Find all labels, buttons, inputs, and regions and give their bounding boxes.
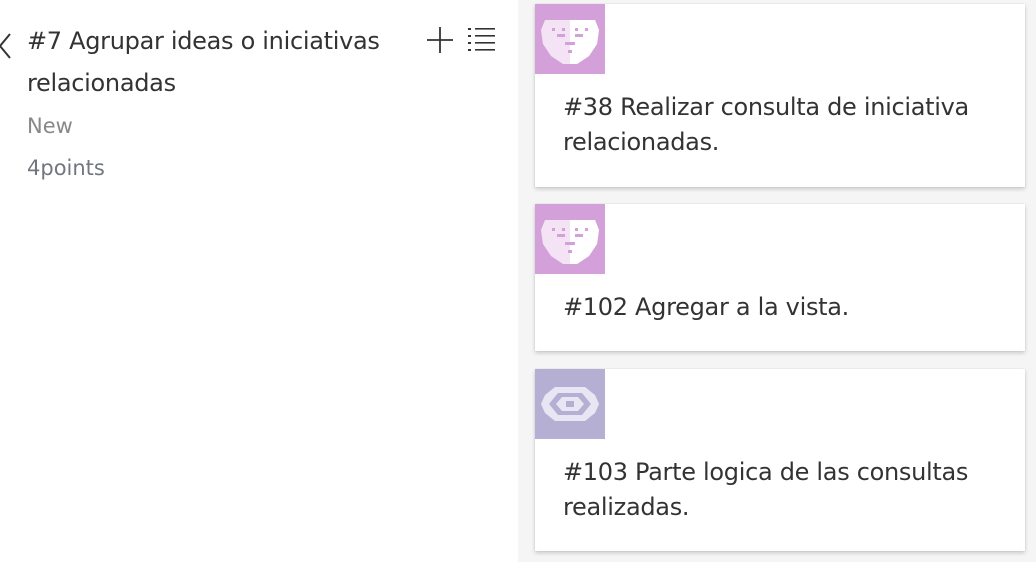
ring-avatar-icon[interactable] [535,369,605,439]
plus-icon [427,27,453,53]
task-title: #102 Agregar a la vista. [563,293,850,321]
story-title[interactable]: #7 Agrupar ideas o iniciativas relaciona… [27,20,427,104]
chevron-left-icon [0,33,11,59]
task-title: #38 Realizar consulta de iniciativa rela… [563,93,969,156]
add-task-button[interactable] [424,24,456,56]
task-card[interactable]: #103 Parte logica de las consultas reali… [535,369,1025,551]
face-avatar-icon[interactable] [535,4,605,74]
face-avatar-icon[interactable] [535,204,605,274]
story-state[interactable]: New [27,108,73,144]
story-column: #7 Agrupar ideas o iniciativas relaciona… [0,0,518,562]
collapse-button[interactable] [0,30,14,62]
taskboard-row: #7 Agrupar ideas o iniciativas relaciona… [0,0,1036,562]
task-card[interactable]: #38 Realizar consulta de iniciativa rela… [535,4,1025,187]
list-icon [468,28,495,51]
story-menu-button[interactable] [466,24,498,56]
tasks-column: #38 Realizar consulta de iniciativa rela… [518,0,1036,562]
story-points[interactable]: 4points [27,150,105,186]
task-card[interactable]: #102 Agregar a la vista. [535,204,1025,351]
task-title: #103 Parte logica de las consultas reali… [563,458,969,521]
story-actions [424,24,498,56]
